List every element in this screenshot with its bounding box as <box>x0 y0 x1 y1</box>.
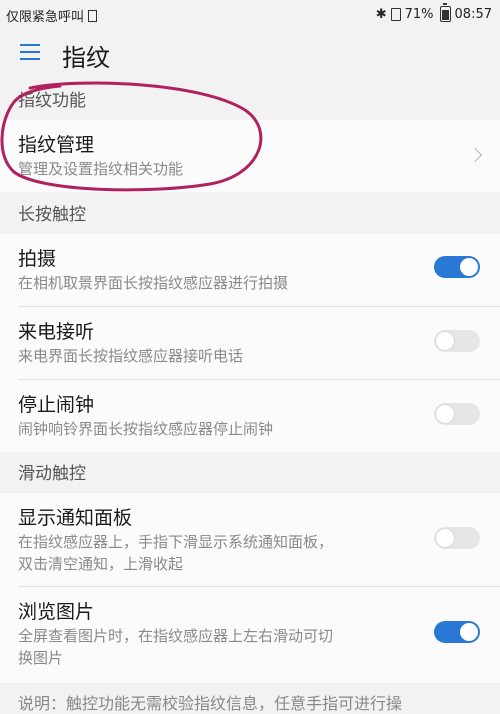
answer-call-toggle[interactable] <box>434 330 480 352</box>
battery-percent: 71% <box>404 6 434 22</box>
list-item-notification-panel: 显示通知面板 在指纹感应器上，手指下滑显示系统通知面板， 双击清空通知，上滑收起 <box>0 493 500 587</box>
notification-panel-subtitle-line1: 在指纹感应器上，手指下滑显示系统通知面板， <box>18 533 334 551</box>
fingerprint-management-subtitle: 管理及设置指纹相关功能 <box>18 160 184 178</box>
status-bar: 仅限紧急呼叫 ✱ 71% 08:57 <box>0 0 500 30</box>
long-press-card: 拍摄 在相机取景界面长按指纹感应器进行拍摄 来电接听 来电界面长按指纹感应器接听… <box>0 234 500 452</box>
capture-toggle[interactable] <box>434 256 480 278</box>
fingerprint-management-item[interactable]: 指纹管理 管理及设置指纹相关功能 <box>0 120 500 192</box>
vibrate-icon <box>390 7 401 21</box>
toggle-knob <box>436 332 454 350</box>
page-title: 指纹 <box>62 44 110 72</box>
status-time: 08:57 <box>454 6 492 22</box>
toggle-knob <box>460 623 478 641</box>
stop-alarm-subtitle: 闹钟响铃界面长按指纹感应器停止闹钟 <box>18 420 274 438</box>
browse-images-subtitle-line1: 全屏查看图片时，在指纹感应器上左右滑动可切 <box>18 627 334 645</box>
toggle-knob <box>460 258 478 276</box>
toggle-knob <box>436 405 454 423</box>
section-header-slide: 滑动触控 <box>18 464 86 484</box>
sim-card-icon <box>88 10 98 22</box>
toggle-knob <box>436 529 454 547</box>
answer-call-subtitle: 来电界面长按指纹感应器接听电话 <box>18 347 244 365</box>
notification-panel-subtitle-line2: 双击清空通知，上滑收起 <box>18 555 184 573</box>
browse-images-subtitle-line2: 换图片 <box>18 649 64 667</box>
bluetooth-icon: ✱ <box>375 6 387 22</box>
list-item-capture: 拍摄 在相机取景界面长按指纹感应器进行拍摄 <box>0 234 500 306</box>
app-bar: 指纹 <box>0 30 500 78</box>
list-item-answer-call: 来电接听 来电界面长按指纹感应器接听电话 <box>0 307 500 379</box>
stop-alarm-title: 停止闹钟 <box>18 394 95 416</box>
answer-call-title: 来电接听 <box>18 321 95 343</box>
notification-panel-title: 显示通知面板 <box>18 507 133 529</box>
battery-icon <box>439 3 451 22</box>
browse-images-toggle[interactable] <box>434 621 480 643</box>
list-item-stop-alarm: 停止闹钟 闹钟响铃界面长按指纹感应器停止闹钟 <box>0 380 500 452</box>
footer-note: 说明：触控功能无需校验指纹信息，任意手指可进行操 <box>18 694 403 713</box>
chevron-right-icon <box>467 147 483 163</box>
section-header-long-press: 长按触控 <box>18 205 86 225</box>
browse-images-title: 浏览图片 <box>18 601 95 623</box>
capture-title: 拍摄 <box>18 248 57 270</box>
notification-panel-toggle[interactable] <box>434 527 480 549</box>
section-header-fingerprint-functions: 指纹功能 <box>18 91 86 111</box>
stop-alarm-toggle[interactable] <box>434 403 480 425</box>
capture-subtitle: 在相机取景界面长按指纹感应器进行拍摄 <box>18 274 289 292</box>
carrier-text: 仅限紧急呼叫 <box>6 10 85 25</box>
fingerprint-management-title: 指纹管理 <box>18 134 95 156</box>
menu-icon[interactable] <box>20 44 40 60</box>
list-item-browse-images: 浏览图片 全屏查看图片时，在指纹感应器上左右滑动可切 换图片 <box>0 587 500 683</box>
slide-card: 显示通知面板 在指纹感应器上，手指下滑显示系统通知面板， 双击清空通知，上滑收起… <box>0 493 500 683</box>
